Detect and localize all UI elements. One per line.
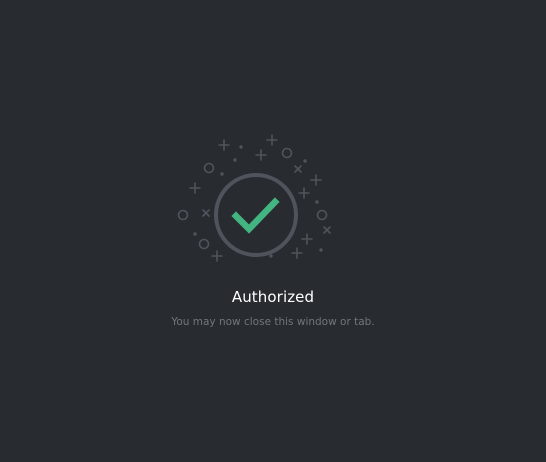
status-message: You may now close this window or tab. [171,316,375,328]
success-ring [214,173,298,257]
sparkles-icon [177,134,331,262]
auth-success-page: Authorized You may now close this window… [0,0,546,462]
success-check-icon [231,197,280,234]
page-title: Authorized [231,288,315,306]
success-illustration [177,134,331,262]
